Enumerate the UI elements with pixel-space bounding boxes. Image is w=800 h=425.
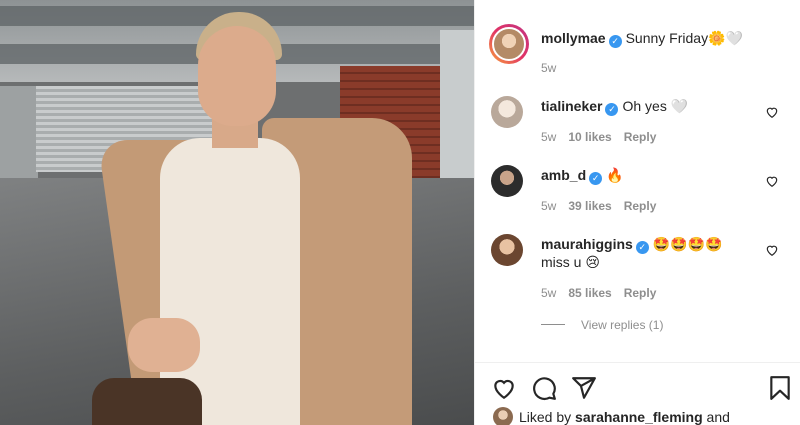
view-replies-button[interactable]: View replies (1) bbox=[541, 318, 663, 332]
comment-avatar[interactable] bbox=[491, 96, 523, 128]
comment-likes[interactable]: 85 likes bbox=[568, 286, 611, 300]
comment-username[interactable]: amb_d bbox=[541, 167, 586, 183]
replies-dash bbox=[541, 324, 565, 325]
comment-avatar[interactable] bbox=[491, 234, 523, 266]
post-side-panel: mollymae ✓ Sunny Friday🌼🤍 5w tialineker ✓ Oh… bbox=[474, 0, 800, 425]
comment-emoji: 😢 bbox=[585, 255, 600, 271]
caption-time: 5w bbox=[541, 61, 568, 75]
post-photo[interactable] bbox=[0, 0, 474, 425]
comment-heart-icon[interactable] bbox=[765, 243, 779, 257]
share-icon[interactable] bbox=[571, 375, 597, 401]
comment-line: amb_d ✓ 🔥 bbox=[541, 166, 624, 185]
photo-face bbox=[198, 26, 276, 126]
comments-list: mollymae ✓ Sunny Friday🌼🤍 5w tialineker ✓ Oh… bbox=[475, 0, 800, 362]
heart-icon[interactable] bbox=[491, 375, 517, 401]
verified-icon: ✓ bbox=[589, 172, 603, 185]
caption-emoji: 🌼🤍 bbox=[708, 31, 743, 47]
view-replies-label: View replies (1) bbox=[581, 318, 664, 332]
comment-avatar[interactable] bbox=[491, 165, 523, 197]
comment-line: tialineker ✓ Oh yes 🤍 bbox=[541, 97, 688, 116]
comment-meta: 5w 39 likes Reply bbox=[541, 199, 668, 213]
author-username[interactable]: mollymae bbox=[541, 30, 606, 46]
comment-text: Oh yes bbox=[622, 98, 667, 114]
comment-line: maurahiggins ✓ 🤩🤩🤩🤩 bbox=[541, 235, 723, 254]
bookmark-icon[interactable] bbox=[767, 375, 793, 401]
comment-meta: 5w 85 likes Reply bbox=[541, 286, 668, 300]
caption-text: Sunny Friday bbox=[625, 30, 709, 46]
comment-likes[interactable]: 10 likes bbox=[568, 130, 611, 144]
comment-username[interactable]: maurahiggins bbox=[541, 236, 633, 252]
comment-reply-button[interactable]: Reply bbox=[624, 199, 657, 213]
caption-line: mollymae ✓ Sunny Friday🌼🤍 bbox=[541, 29, 743, 48]
author-avatar[interactable] bbox=[489, 24, 529, 64]
comment-time[interactable]: 5w bbox=[541, 199, 556, 213]
comment-username[interactable]: tialineker bbox=[541, 98, 602, 114]
comment-emoji: 🤍 bbox=[670, 99, 689, 115]
photo-handbag bbox=[92, 378, 202, 425]
verified-icon: ✓ bbox=[605, 103, 619, 116]
caption-timestamp[interactable]: 5w bbox=[541, 61, 556, 75]
liked-by-suffix: and bbox=[706, 409, 730, 425]
comment-emoji: 🔥 bbox=[606, 168, 624, 184]
comment-heart-icon[interactable] bbox=[765, 174, 779, 188]
comment-icon[interactable] bbox=[531, 375, 557, 401]
verified-icon: ✓ bbox=[635, 241, 649, 254]
comment-time[interactable]: 5w bbox=[541, 130, 556, 144]
liked-by-prefix: Liked by bbox=[519, 409, 572, 425]
photo-hand bbox=[128, 318, 200, 372]
comment-heart-icon[interactable] bbox=[765, 105, 779, 119]
post-actions: Liked by sarahanne_fleming and bbox=[475, 362, 800, 425]
comment-reply-button[interactable]: Reply bbox=[624, 130, 657, 144]
liked-by-username[interactable]: sarahanne_fleming bbox=[575, 409, 703, 425]
liker-avatar[interactable] bbox=[493, 407, 513, 425]
comment-meta: 5w 10 likes Reply bbox=[541, 130, 668, 144]
comment-likes[interactable]: 39 likes bbox=[568, 199, 611, 213]
verified-icon: ✓ bbox=[608, 35, 622, 48]
photo-wall bbox=[0, 86, 38, 178]
comment-text: miss u bbox=[541, 254, 582, 270]
comment-time[interactable]: 5w bbox=[541, 286, 556, 300]
comment-line-2: miss u 😢 bbox=[541, 253, 600, 272]
comment-reply-button[interactable]: Reply bbox=[624, 286, 657, 300]
liked-by: Liked by sarahanne_fleming and bbox=[493, 407, 730, 425]
comment-emoji: 🤩🤩🤩🤩 bbox=[652, 237, 723, 253]
